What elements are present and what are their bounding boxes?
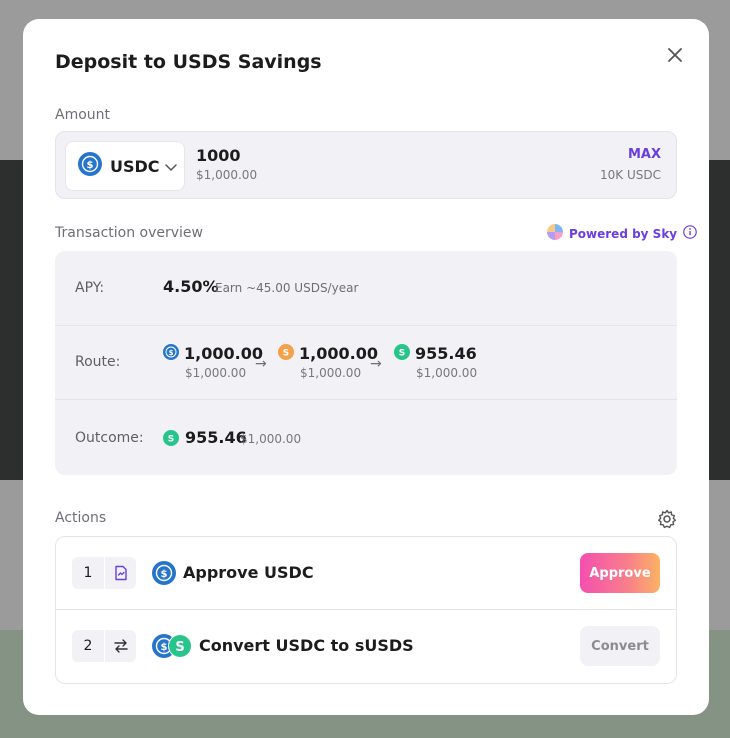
apy-earn-text: Earn ~45.00 USDS/year [215,281,359,295]
approve-button[interactable]: Approve [580,553,660,593]
apy-row: APY: 4.50% Earn ~45.00 USDS/year [55,251,677,325]
usds-icon: S [278,344,294,364]
route-usd: $1,000.00 [300,366,362,380]
powered-by-sky-link[interactable]: Powered by Sky [547,224,697,243]
svg-text:$: $ [161,642,168,653]
route-label: Route: [75,354,121,370]
close-icon [668,48,682,62]
susds-icon: S [168,634,192,662]
outcome-row: Outcome: S 955.46 $1,000.00 [55,400,677,474]
action-row-approve: 1 $ Approve USDC Approve [56,537,676,610]
outcome-label: Outcome: [75,430,144,446]
action-title: Approve USDC [183,563,314,582]
action-row-convert: 2 $ S Convert USDC to sUSDS Convert [56,610,676,682]
route-arrow-icon: → [255,356,267,372]
sky-logo-icon [547,224,563,243]
token-select[interactable]: $ USDC [65,141,185,191]
susds-icon: S [394,344,410,364]
swap-arrows-icon [105,630,136,662]
close-button[interactable] [663,43,687,67]
transaction-overview: APY: 4.50% Earn ~45.00 USDS/year Route: … [55,251,677,475]
outcome-usd: $1,000.00 [240,432,302,446]
outcome-amount: 955.46 [185,428,247,447]
settings-button[interactable] [657,509,677,529]
actions-label: Actions [55,510,107,526]
usdc-icon: $ [163,344,179,364]
action-title: Convert USDC to sUSDS [199,636,414,655]
svg-text:S: S [175,640,184,655]
route-amount: 1,000.00 [299,344,378,363]
max-button[interactable]: MAX [628,147,661,162]
svg-text:S: S [399,349,405,359]
token-symbol: USDC [110,156,160,176]
route-usd: $1,000.00 [185,366,247,380]
token-balance: 10K USDC [600,168,661,182]
apy-value: 4.50% [163,277,219,296]
amount-input[interactable] [196,146,446,165]
info-icon[interactable] [683,225,697,242]
svg-text:$: $ [169,349,174,357]
route-row: Route: $ 1,000.00 $1,000.00 → S 1,000.00… [55,325,677,400]
modal-title: Deposit to USDS Savings [55,51,322,73]
amount-usd-value: $1,000.00 [196,168,258,182]
apy-label: APY: [75,280,105,296]
svg-text:S: S [168,435,174,445]
step-number: 2 [72,630,104,662]
route-arrow-icon: → [370,356,382,372]
susds-icon: S [163,430,179,450]
route-usd: $1,000.00 [416,366,478,380]
svg-text:S: S [283,349,289,359]
route-amount: 955.46 [415,344,477,363]
amount-box: $ USDC $1,000.00 MAX 10K USDC [55,131,677,199]
svg-text:$: $ [87,160,94,171]
chevron-down-icon [164,157,177,176]
transaction-overview-label: Transaction overview [55,225,203,241]
file-sign-icon [105,557,136,589]
svg-text:$: $ [161,569,168,580]
usdc-icon: $ [152,561,176,589]
convert-button[interactable]: Convert [580,626,660,666]
powered-by-label: Powered by Sky [569,226,678,241]
amount-label: Amount [55,107,111,123]
actions-list: 1 $ Approve USDC Approve 2 $ S Convert U… [55,536,677,684]
gear-icon [658,509,676,529]
route-amount: 1,000.00 [184,344,263,363]
deposit-modal: Deposit to USDS Savings Amount $ USDC $1… [23,19,709,715]
usdc-icon: $ [78,152,102,180]
step-number: 1 [72,557,104,589]
